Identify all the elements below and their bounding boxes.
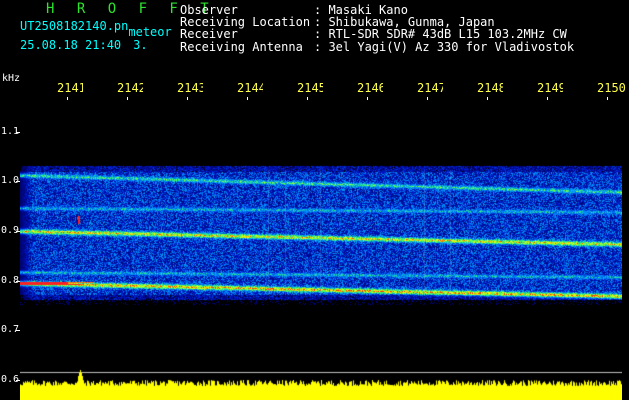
x-tick-label: 2150 xyxy=(597,81,626,95)
x-tick-label: 2143 xyxy=(177,81,203,95)
date-label: 25.08.18 21:40 xyxy=(20,38,122,52)
x-tick-label: 2148 xyxy=(477,81,503,95)
date-line: 25.08.18 21:40 3. xyxy=(20,38,148,52)
category-label: meteor xyxy=(128,25,172,39)
spectrogram xyxy=(20,100,622,400)
info-value: : 3el Yagi(V) Az 330 for Vladivostok xyxy=(314,39,575,54)
station-info: Observer: Masaki Kano Receiving Location… xyxy=(180,4,574,53)
count-label: 3. xyxy=(133,38,148,52)
x-tick-label: 2145 xyxy=(297,81,323,95)
x-tick-label: 2142 xyxy=(117,81,143,95)
x-tick-label: 2141 xyxy=(57,81,83,95)
filename-label: UT2508182140.pn xyxy=(20,19,129,33)
info-antenna: Receiving Antenna : 3el Yagi(V) Az 330 fo… xyxy=(180,39,575,54)
y-unit-label: kHz xyxy=(2,73,21,84)
x-tick-label: 2149 xyxy=(537,81,563,95)
file-line: UT2508182140.pnmeteor xyxy=(20,19,172,39)
info-label: Receiving Antenna xyxy=(180,39,303,54)
x-tick-label: 2147 xyxy=(417,81,443,95)
x-tick-label: 2146 xyxy=(357,81,383,95)
info-label: Receiver xyxy=(180,27,238,42)
x-tick-label: 2144 xyxy=(237,81,263,95)
